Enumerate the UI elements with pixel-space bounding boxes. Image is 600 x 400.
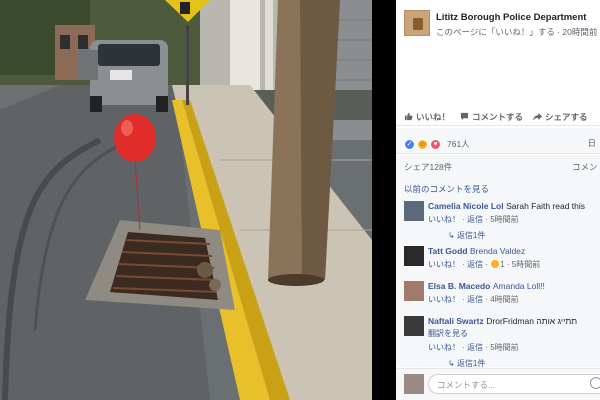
comment-like-link[interactable]: いいね！ [428, 295, 460, 304]
view-previous-comments-link[interactable]: 以前のコメントを見る [404, 177, 600, 197]
street-photo-image [0, 0, 372, 400]
comment-text: Sarah Faith read this [506, 201, 586, 211]
commenter-name[interactable]: Tatt Godd [428, 246, 468, 256]
share-label: シェアする [545, 111, 588, 122]
reaction-count: 761人 [447, 139, 470, 149]
comment-item: Camelia Nicole Lol Sarah Faith read this… [404, 197, 600, 240]
comment-time: 4時間前 [490, 295, 519, 304]
comment-text: DrorFridman תתייג אותה [486, 316, 578, 326]
share-count-link[interactable]: シェア128件 [404, 162, 452, 172]
comment-text[interactable]: Amanda Loll!! [493, 281, 545, 291]
viewer-gutter [372, 0, 396, 400]
commenter-name[interactable]: Elsa B. Macedo [428, 281, 490, 291]
see-translation-link[interactable]: 翻訳を見る [428, 328, 600, 339]
emoji-icon[interactable] [590, 377, 600, 389]
commenter-avatar[interactable] [404, 246, 424, 266]
comment-like-link[interactable]: いいね！ [428, 215, 460, 224]
commenter-avatar[interactable] [404, 201, 424, 221]
haha-reaction-icon [491, 260, 500, 268]
post-photo[interactable] [0, 0, 372, 400]
commenter-name[interactable]: Naftali Swartz [428, 316, 484, 326]
love-reaction-icon: ♥ [430, 138, 441, 150]
comment-reply-link[interactable]: 返信 [467, 343, 483, 352]
commenter-avatar[interactable] [404, 316, 424, 336]
comments-section: 以前のコメントを見る Camelia Nicole Lol Sarah Fait… [396, 177, 600, 368]
share-button[interactable]: シェアする [533, 111, 588, 123]
comment-time: 5時間前 [511, 260, 541, 269]
thumbs-up-icon [404, 112, 413, 121]
commenter-avatar[interactable] [404, 281, 424, 301]
comment-time: 5時間前 [490, 215, 519, 224]
like-label: いいね！ [416, 111, 451, 122]
comment-icon [460, 112, 469, 121]
comment-like-link[interactable]: いいね！ [428, 260, 460, 269]
page-name-link[interactable]: Lititz Borough Police Department [436, 12, 586, 23]
comments-count-link[interactable]: コメント [572, 161, 600, 173]
like-button[interactable]: いいね！ [404, 111, 450, 123]
comment-reaction-count: 1 [500, 260, 505, 269]
comment-label: コメントする [472, 111, 524, 122]
comment-text[interactable]: Brenda Valdez [470, 246, 525, 256]
commenter-name[interactable]: Camelia Nicole Lol [428, 201, 504, 211]
comment-item: Naftali Swartz DrorFridman תתייג אותה 翻訳… [404, 312, 600, 368]
view-replies-link[interactable]: ↳ 返信1件 [448, 230, 600, 241]
haha-reaction-icon: ☺ [417, 138, 428, 150]
comment-like-link[interactable]: いいね！ [428, 343, 460, 352]
replies-count: 返信1件 [456, 231, 486, 240]
post-meta: このページに「いいね！」する · 20時間前 [436, 27, 598, 37]
comment-reply-link[interactable]: 返信 [467, 295, 483, 304]
page-avatar[interactable] [404, 10, 430, 36]
current-user-avatar [404, 374, 424, 394]
comment-time: 5時間前 [490, 343, 519, 352]
comment-button[interactable]: コメントする [460, 111, 523, 123]
shares-row: シェア128件 コメント [396, 155, 600, 177]
comment-item: Tatt Godd Brenda Valdez いいね！ · 返信 · 1 · … [404, 242, 600, 277]
replies-count: 返信1件 [456, 359, 486, 368]
like-reaction-icon: ✓ [404, 138, 415, 150]
comment-composer: コメントする... [396, 368, 600, 400]
post-side-panel: Lititz Borough Police Department このページに「… [396, 0, 600, 400]
share-icon [533, 112, 543, 121]
comment-item: Elsa B. Macedo Amanda Loll!! いいね！ · 返信 ·… [404, 277, 600, 312]
comment-reply-link[interactable]: 返信 [467, 215, 483, 224]
reactions-summary[interactable]: ✓ ☺ ♥ 761人 日 [396, 128, 600, 154]
comment-input[interactable]: コメントする... [428, 374, 600, 394]
comment-reply-link[interactable]: 返信 [467, 260, 483, 269]
post-actions-bar: いいね！ コメントする シェアする [396, 108, 600, 126]
reactions-right-tag: 日 [587, 138, 596, 148]
